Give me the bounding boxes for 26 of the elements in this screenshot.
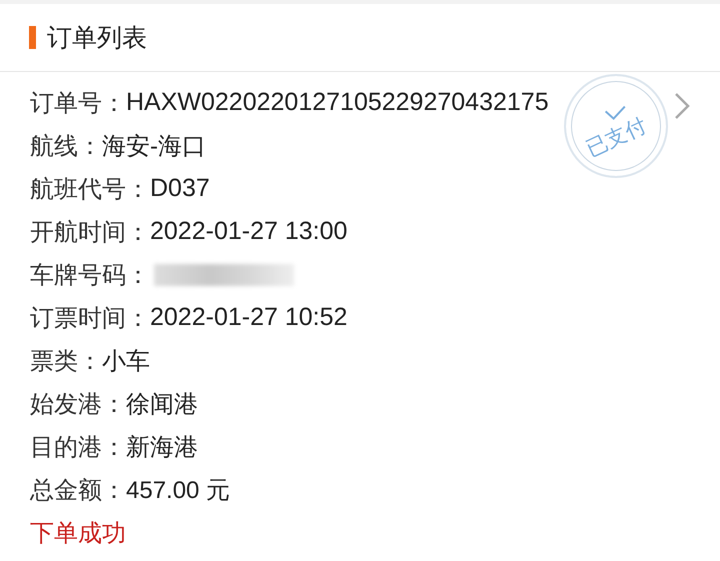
order-card[interactable]: 订单号：HAXW0220220127105229270432175 航线：海安-海口 航班代号：D037 开航时间：2022-01-27 13:00 车牌号码： 订票时间：2022-01-27 10:52 票类：小车 始发港：徐闻港 目的港：新海港 总金额：457.00 元 下单成功 已支付 <box>0 72 720 561</box>
field-label: 票类： <box>30 346 102 376</box>
field-label: 目的港： <box>30 432 126 462</box>
field-label: 航班代号： <box>30 174 150 204</box>
field-value: 小车 <box>102 346 150 376</box>
field-label: 订单号： <box>30 88 126 118</box>
accent-bar-icon <box>29 26 36 49</box>
field-value: 457.00 元 <box>126 476 230 506</box>
field-label: 始发港： <box>30 390 126 420</box>
field-label: 订票时间： <box>30 304 150 334</box>
field-value: 徐闻港 <box>126 390 198 420</box>
field-value: 海安-海口 <box>102 132 206 162</box>
field-label: 车牌号码： <box>30 260 150 290</box>
field-value: HAXW0220220127105229270432175 <box>126 88 549 117</box>
field-value: D037 <box>150 174 210 203</box>
field-label: 开航时间： <box>30 218 150 248</box>
field-label: 航线： <box>30 132 102 162</box>
field-value: 2022-01-27 10:52 <box>150 303 348 332</box>
check-icon <box>604 104 628 120</box>
field-value: 新海港 <box>126 432 198 462</box>
order-status: 下单成功 <box>30 518 127 548</box>
field-value: 2022-01-27 13:00 <box>150 217 348 246</box>
stamp-text: 已支付 <box>583 114 649 160</box>
page-title: 订单列表 <box>47 23 147 54</box>
chevron-right-icon[interactable] <box>674 92 690 120</box>
field-label: 总金额： <box>30 476 126 506</box>
